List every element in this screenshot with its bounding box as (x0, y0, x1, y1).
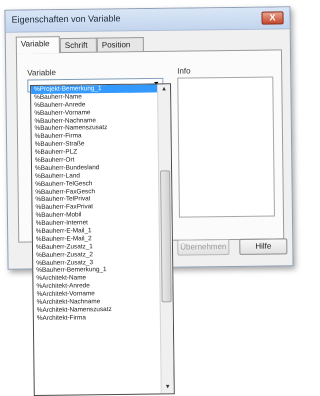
variable-dropdown-list[interactable]: %Projekt-Bemerkung_1 %Bauherr-Name %Bauher… (30, 83, 175, 396)
dropdown-item[interactable]: %Architekt-Firma (34, 313, 161, 322)
variable-label: Variable (27, 68, 57, 78)
vertical-scrollbar[interactable]: ▲ ▼ (157, 84, 174, 394)
title-bar[interactable]: Eigenschaften von Variable X (5, 7, 290, 33)
scroll-up-arrow-icon[interactable]: ▲ (158, 84, 170, 95)
info-label: Info (177, 66, 191, 76)
tab-position[interactable]: Position (96, 37, 144, 52)
apply-button[interactable]: Übernehmen (177, 239, 230, 256)
tab-schrift[interactable]: Schrift (59, 37, 97, 53)
close-button[interactable]: X (261, 11, 284, 25)
scroll-down-arrow-icon[interactable]: ▼ (162, 382, 174, 393)
tab-variable[interactable]: Variable (15, 36, 60, 54)
window-title: Eigenschaften von Variable (11, 13, 121, 25)
info-textbox[interactable] (177, 76, 275, 218)
help-button[interactable]: Hilfe (239, 238, 288, 255)
dropdown-items: %Projekt-Bemerkung_1 %Bauherr-Name %Bauher… (31, 84, 161, 322)
scroll-thumb[interactable] (160, 170, 172, 303)
